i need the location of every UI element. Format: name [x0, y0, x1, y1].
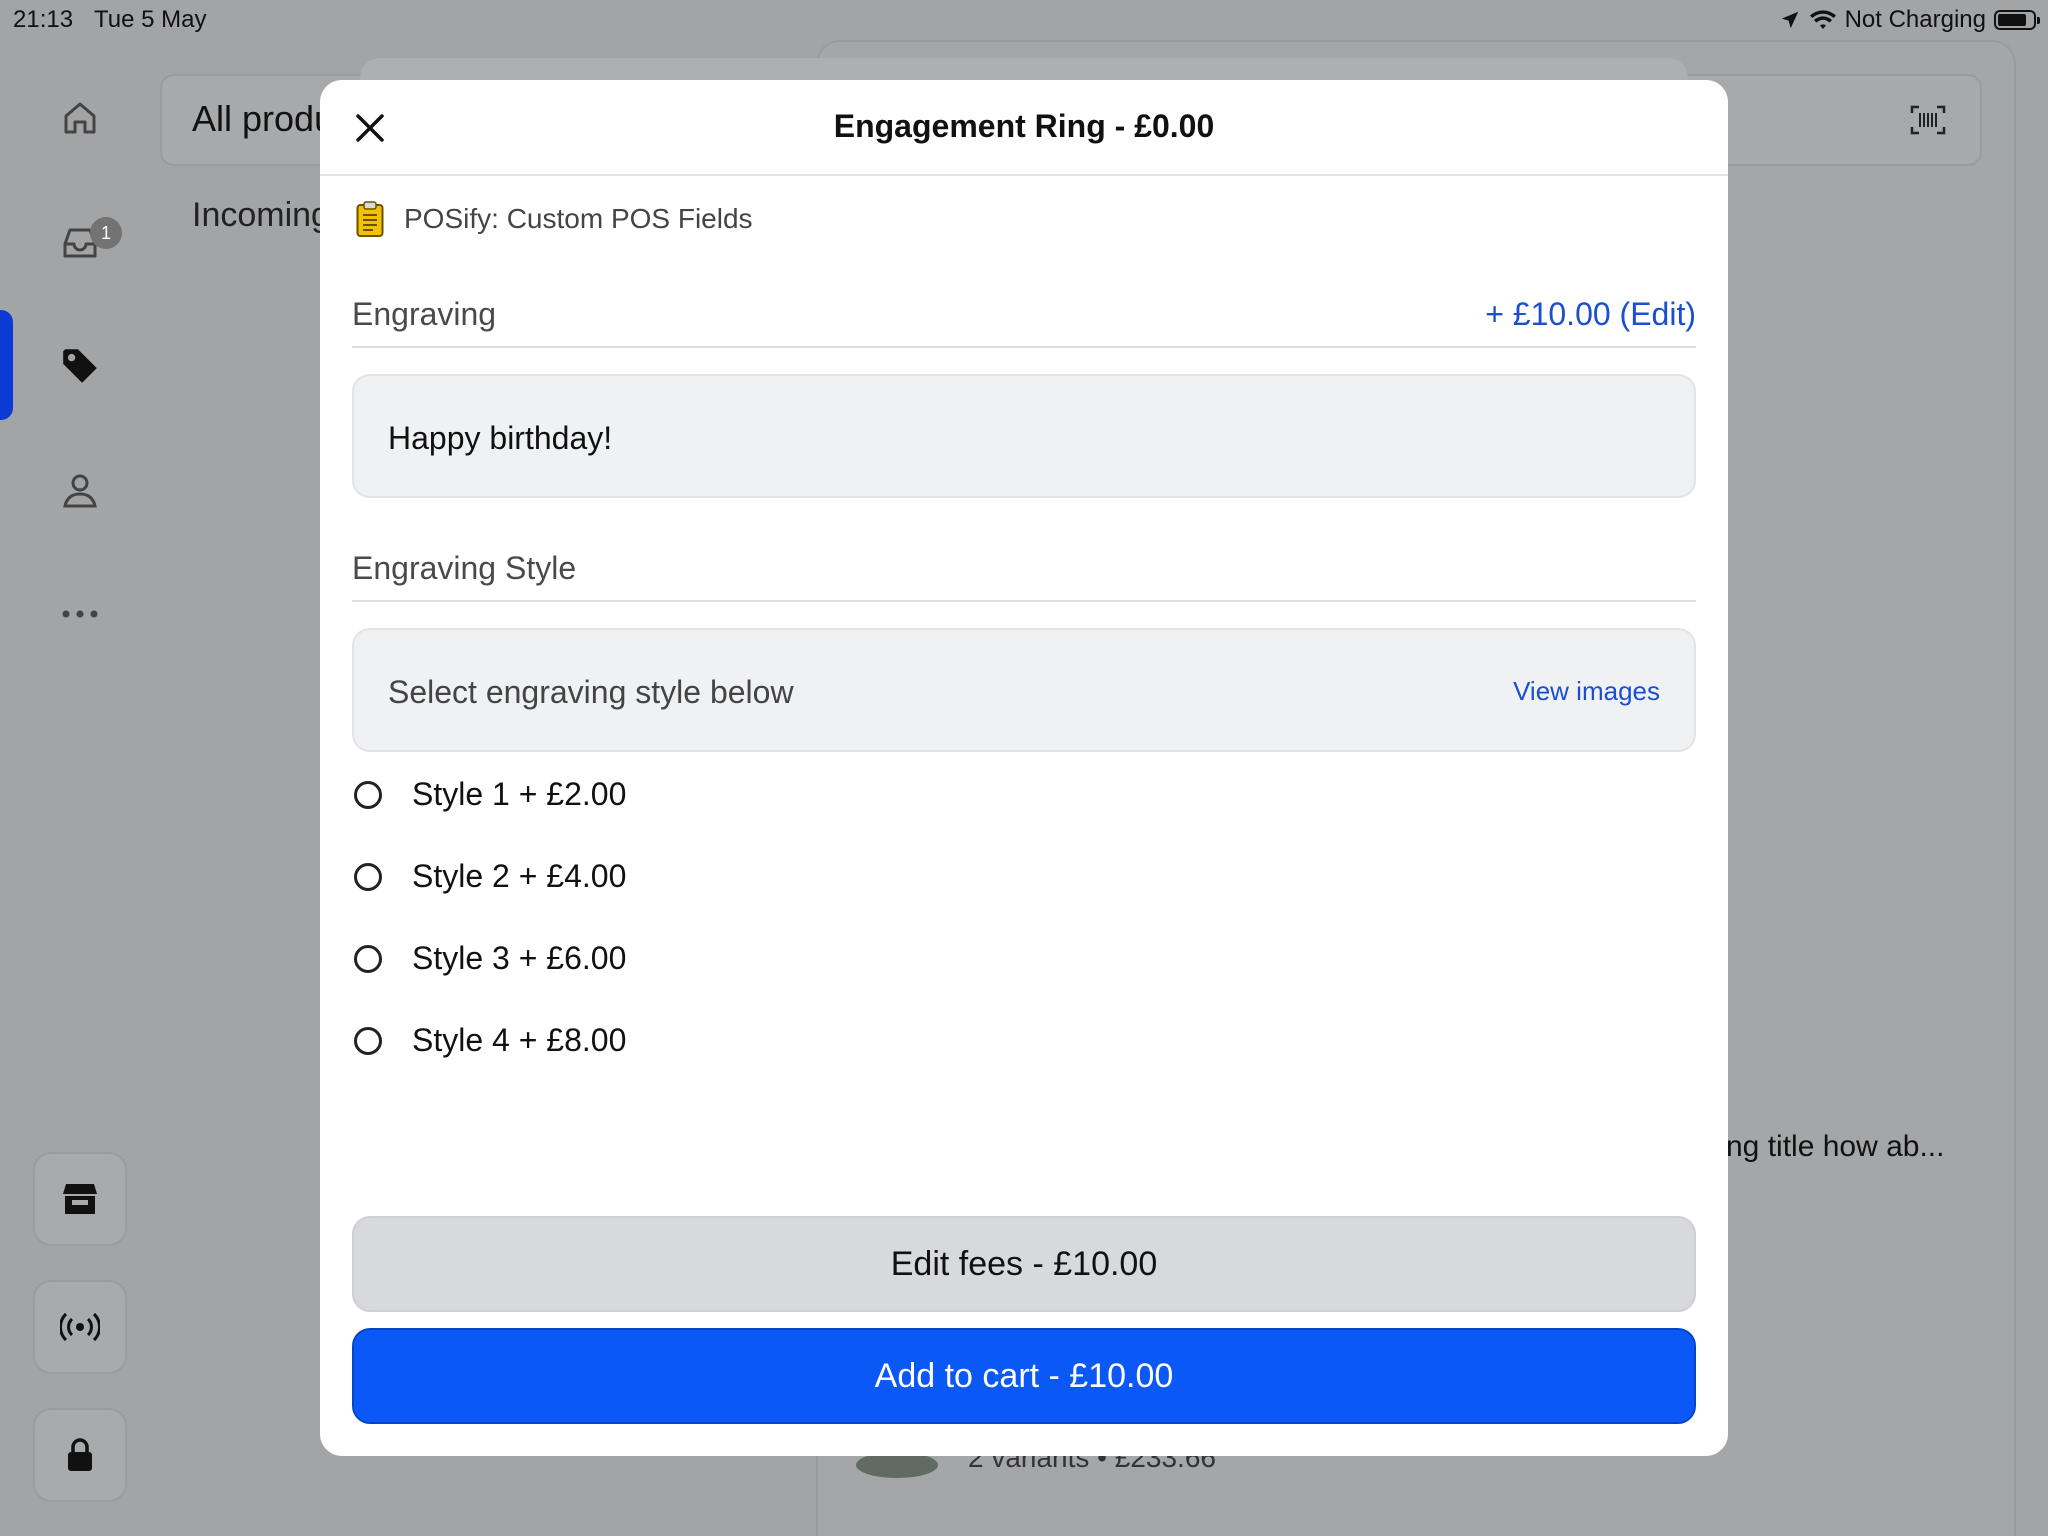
- radio-circle-icon[interactable]: [354, 944, 382, 973]
- status-date: Tue 5 May: [94, 6, 207, 33]
- engraving-edit-fee-link[interactable]: + £10.00 (Edit): [1485, 296, 1696, 333]
- style-option-1[interactable]: Style 1 + £2.00: [354, 776, 626, 813]
- home-icon[interactable]: [56, 94, 104, 142]
- store-button[interactable]: [33, 1152, 127, 1246]
- background-incoming-label: Incoming: [192, 196, 330, 234]
- broadcast-button[interactable]: [33, 1280, 127, 1374]
- clipboard-icon: [356, 201, 384, 237]
- modal-title: Engagement Ring - £0.00: [833, 108, 1215, 144]
- engraving-label: Engraving: [352, 296, 497, 332]
- background-product-title: ng title how ab...: [1726, 1130, 1945, 1163]
- custom-fields-modal: Engagement Ring - £0.00 POSify: Custom P…: [320, 80, 1728, 1456]
- add-to-cart-button[interactable]: Add to cart - £10.00: [352, 1328, 1696, 1424]
- battery-icon: [1994, 10, 2040, 30]
- battery-status-text: Not Charging: [1844, 6, 1986, 33]
- engraving-divider: [352, 346, 1696, 348]
- more-icon[interactable]: [56, 590, 104, 638]
- engraving-style-field: Select engraving style below View images: [352, 628, 1696, 752]
- style-option-label: Style 1 + £2.00: [412, 776, 627, 812]
- wifi-icon: [1809, 10, 1836, 29]
- store-icon: [63, 1184, 97, 1214]
- status-time: 21:13: [13, 6, 74, 33]
- style-option-label: Style 4 + £8.00: [412, 1022, 627, 1058]
- person-icon[interactable]: [56, 466, 104, 514]
- active-nav-indicator: [0, 310, 13, 420]
- status-right: Not Charging: [1779, 6, 2040, 34]
- modal-header: Engagement Ring - £0.00: [320, 80, 1728, 176]
- engraving-style-prompt: Select engraving style below: [388, 674, 794, 710]
- location-icon: [1781, 11, 1798, 29]
- background-search-label: All produ: [192, 98, 335, 139]
- engraving-style-divider: [352, 600, 1696, 602]
- edit-fees-button[interactable]: Edit fees - £10.00: [352, 1216, 1696, 1312]
- lock-button[interactable]: [33, 1408, 127, 1502]
- view-images-link[interactable]: View images: [1513, 676, 1660, 707]
- lock-icon: [68, 1438, 92, 1471]
- style-option-label: Style 3 + £6.00: [412, 940, 627, 976]
- tag-icon[interactable]: [56, 342, 104, 390]
- style-option-label: Style 2 + £4.00: [412, 858, 627, 894]
- radio-circle-icon[interactable]: [354, 780, 382, 809]
- barcode-scan-icon: [1910, 105, 1946, 135]
- style-option-4[interactable]: Style 4 + £8.00: [354, 1022, 626, 1059]
- radio-circle-icon[interactable]: [354, 862, 382, 891]
- engraving-text-value: Happy birthday!: [388, 420, 613, 456]
- engraving-style-label: Engraving Style: [352, 550, 577, 586]
- style-option-3[interactable]: Style 3 + £6.00: [354, 940, 626, 977]
- broadcast-icon: [60, 1312, 100, 1342]
- engraving-text-field[interactable]: Happy birthday!: [352, 374, 1696, 498]
- inbox-badge: 1: [90, 217, 122, 249]
- app-name: POSify: Custom POS Fields: [404, 203, 753, 234]
- status-bar: 21:13 Tue 5 May Not Charging: [0, 0, 2048, 40]
- app-source-row: POSify: Custom POS Fields: [356, 200, 753, 238]
- radio-circle-icon[interactable]: [354, 1026, 382, 1055]
- style-option-2[interactable]: Style 2 + £4.00: [354, 858, 626, 895]
